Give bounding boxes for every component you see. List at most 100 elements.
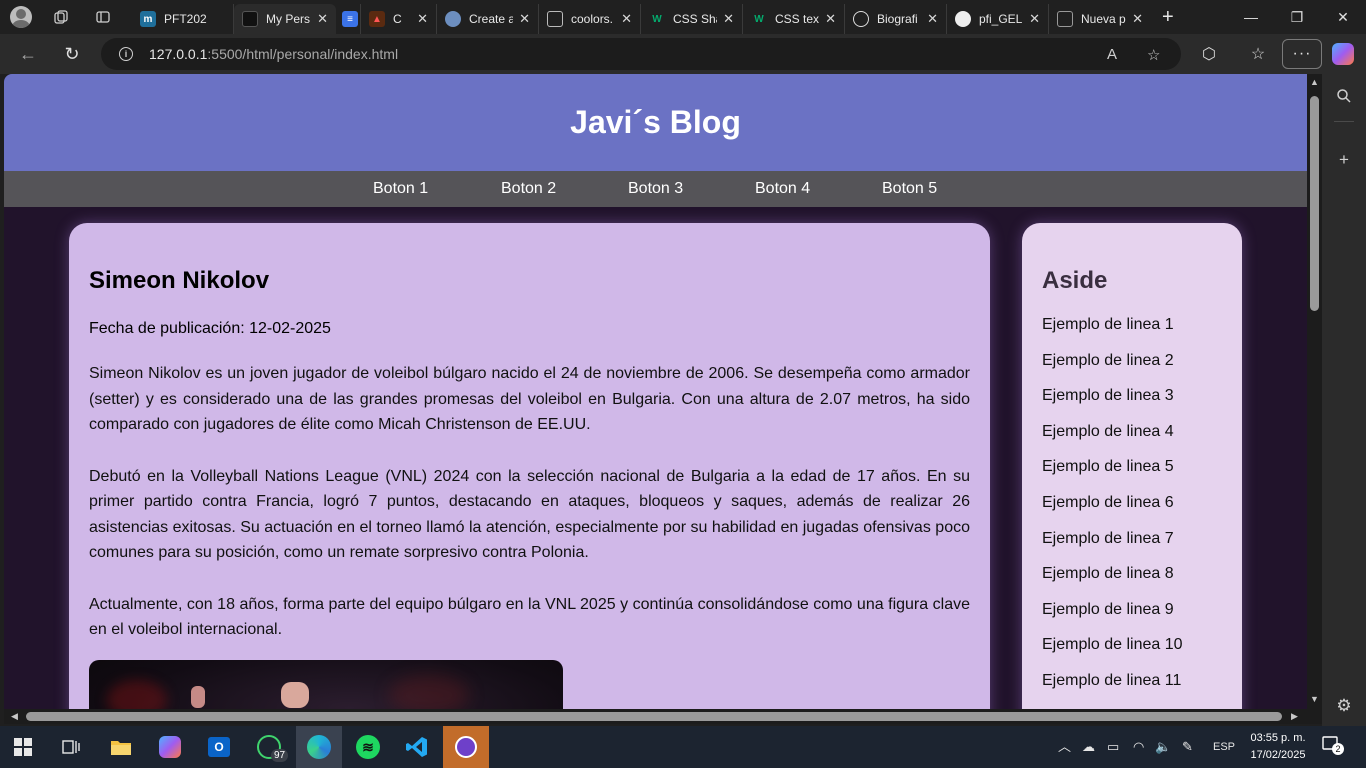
moodle-icon: m	[140, 11, 156, 27]
tab-docs[interactable]: ≡	[336, 4, 361, 34]
article-card: Simeon Nikolov Fecha de publicación: 12-…	[69, 223, 990, 709]
volume-icon[interactable]: 🔈	[1155, 726, 1171, 768]
scroll-right-icon[interactable]: ▶	[1291, 709, 1298, 724]
outlook-button[interactable]: O	[196, 726, 242, 768]
horizontal-scroll-thumb[interactable]	[26, 712, 1282, 721]
aside-line: Ejemplo de linea 9	[1042, 600, 1174, 618]
tab-game[interactable]: ▲ C ✕	[361, 4, 437, 34]
read-aloud-icon[interactable]: A	[1107, 46, 1117, 63]
tab-my-personal[interactable]: My Pers ✕	[234, 4, 336, 34]
wifi-icon[interactable]: ◠	[1133, 726, 1144, 768]
minimize-icon[interactable]: —	[1228, 0, 1274, 34]
tab-biografia[interactable]: Biografi ✕	[845, 4, 947, 34]
workspaces-icon[interactable]	[44, 0, 78, 34]
copilot-app-button[interactable]	[147, 726, 193, 768]
close-tab-icon[interactable]: ✕	[1132, 11, 1143, 27]
notification-center-icon[interactable]: 2	[1322, 736, 1344, 758]
close-tab-icon[interactable]: ✕	[519, 11, 530, 27]
nav-button-4[interactable]: Boton 4	[755, 171, 810, 207]
vscode-button[interactable]	[394, 726, 440, 768]
sidebar-divider	[1334, 121, 1354, 122]
search-icon[interactable]	[1322, 81, 1366, 111]
onedrive-icon[interactable]: ☁	[1082, 726, 1095, 768]
pen-icon[interactable]: ✎	[1182, 726, 1193, 768]
horizontal-scrollbar[interactable]: ◀ ▶	[4, 709, 1322, 724]
scroll-up-icon[interactable]: ▲	[1307, 77, 1322, 87]
restore-icon[interactable]: ❐	[1274, 0, 1320, 34]
player-figure	[281, 682, 309, 708]
start-button[interactable]	[0, 726, 46, 768]
spotify-button[interactable]: ≋	[345, 726, 391, 768]
w3schools-icon: W	[652, 13, 662, 25]
extensions-icon[interactable]: ⬡	[1192, 34, 1226, 74]
tab-css-text[interactable]: W CSS text ✕	[743, 4, 845, 34]
tab-pft[interactable]: m PFT202	[132, 4, 234, 34]
task-view-button[interactable]	[48, 726, 94, 768]
tab-css-shadow[interactable]: W CSS Sha ✕	[641, 4, 743, 34]
aside-card: Aside Ejemplo de linea 1 Ejemplo de line…	[1022, 223, 1242, 709]
close-tab-icon[interactable]: ✕	[621, 11, 632, 27]
article-heading: Simeon Nikolov	[89, 267, 270, 294]
favorite-star-icon[interactable]: ☆	[1147, 46, 1160, 64]
close-tab-icon[interactable]: ✕	[317, 11, 328, 27]
favorites-icon[interactable]: ☆	[1241, 34, 1275, 74]
docs-icon: ≡	[342, 11, 358, 27]
reload-icon[interactable]: ↻	[60, 42, 84, 66]
new-tab-button[interactable]: +	[1162, 6, 1174, 29]
tab-new[interactable]: Nueva p ✕	[1049, 4, 1151, 34]
show-hidden-icons[interactable]: ︿	[1058, 726, 1071, 768]
scroll-down-icon[interactable]: ▼	[1307, 694, 1322, 704]
page-viewport: Javi´s Blog Boton 1 Boton 2 Boton 3 Boto…	[4, 74, 1307, 709]
system-clock[interactable]: 03:55 p. m. 17/02/2025	[1242, 730, 1314, 764]
tab-actions-icon[interactable]	[86, 0, 120, 34]
vertical-scrollbar[interactable]: ▲ ▼	[1307, 74, 1322, 709]
vscode-icon	[406, 737, 427, 757]
close-tab-icon[interactable]: ✕	[1029, 11, 1040, 27]
site-info-icon[interactable]: i	[119, 47, 133, 61]
outlook-icon: O	[208, 737, 230, 757]
language-indicator[interactable]: ESP	[1213, 726, 1235, 768]
file-explorer-button[interactable]	[98, 726, 144, 768]
close-tab-icon[interactable]: ✕	[825, 11, 836, 27]
add-sidebar-icon[interactable]: +	[1322, 145, 1366, 175]
article-paragraph: Actualmente, con 18 años, forma parte de…	[89, 595, 970, 639]
spotify-icon: ≋	[356, 735, 380, 759]
profile-avatar[interactable]	[10, 6, 32, 28]
tab-create[interactable]: Create a ✕	[437, 4, 539, 34]
nav-button-3[interactable]: Boton 3	[628, 171, 683, 207]
settings-gear-icon[interactable]: ⚙	[1322, 691, 1366, 721]
address-bar[interactable]: i 127.0.0.1:5500/html/personal/index.htm…	[101, 38, 1181, 70]
aside-line: Ejemplo de linea 7	[1042, 529, 1174, 547]
tab-github[interactable]: pfi_GEL ✕	[947, 4, 1049, 34]
whatsapp-icon: 97	[257, 735, 289, 762]
more-menu-icon[interactable]: ···	[1282, 39, 1322, 69]
close-window-icon[interactable]: ✕	[1320, 0, 1366, 34]
battery-icon[interactable]: ▭	[1107, 726, 1119, 768]
whatsapp-badge: 97	[271, 749, 289, 762]
article-paragraph: Debutó en la Volleyball Nations League (…	[89, 467, 970, 562]
edge-button[interactable]	[296, 726, 342, 768]
nav-button-5[interactable]: Boton 5	[882, 171, 937, 207]
edge-icon	[307, 735, 331, 759]
copilot-icon[interactable]	[1332, 43, 1354, 65]
tab-coolors[interactable]: coolors. ✕	[539, 4, 641, 34]
close-tab-icon[interactable]: ✕	[723, 11, 734, 27]
github-desktop-button[interactable]	[443, 726, 489, 768]
task-view-icon	[62, 740, 80, 754]
whatsapp-button[interactable]: 97	[246, 726, 292, 768]
chatgpt-icon	[853, 11, 869, 27]
chrome-icon	[445, 11, 461, 27]
nav-button-1[interactable]: Boton 1	[373, 171, 428, 207]
back-icon[interactable]: ←	[16, 42, 40, 66]
aside-line: Ejemplo de linea 4	[1042, 422, 1174, 440]
close-tab-icon[interactable]: ✕	[927, 11, 938, 27]
site-header: Javi´s Blog	[4, 74, 1307, 171]
aside-heading: Aside	[1042, 267, 1108, 294]
aside-line: Ejemplo de linea 11	[1042, 671, 1182, 689]
vertical-scroll-thumb[interactable]	[1310, 96, 1319, 311]
close-tab-icon[interactable]: ✕	[417, 11, 428, 27]
site-nav: Boton 1 Boton 2 Boton 3 Boton 4 Boton 5	[4, 171, 1307, 207]
windows-icon	[14, 738, 32, 756]
scroll-left-icon[interactable]: ◀	[11, 709, 18, 724]
nav-button-2[interactable]: Boton 2	[501, 171, 556, 207]
